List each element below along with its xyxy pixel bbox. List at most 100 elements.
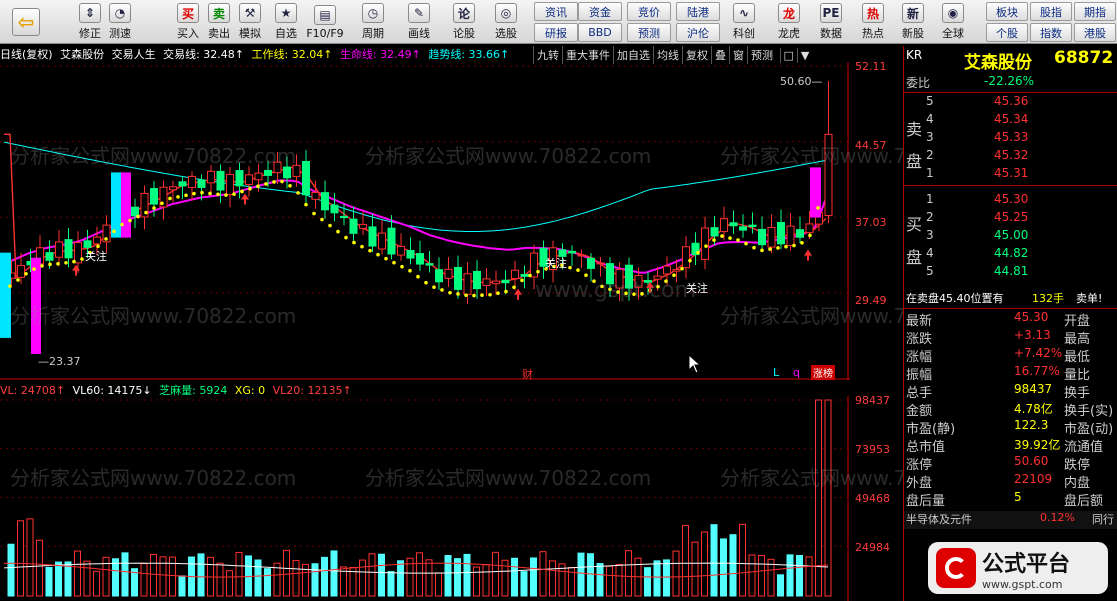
candle-down (473, 270, 481, 290)
weibi-value: -22.26% (984, 74, 1035, 88)
candle-down (739, 226, 747, 231)
stat-right-label: 量比 (1064, 368, 1091, 383)
toolbar-button-speed-gauge[interactable]: ◔ 测速 (104, 0, 136, 43)
candle-up (245, 174, 253, 185)
work-line-dot (680, 266, 684, 271)
limit-up-marker[interactable]: 涨榜 (811, 365, 835, 380)
toolbar-button-globe[interactable]: ◉ 全球 (937, 0, 969, 43)
toolbar-button-dragon-tiger[interactable]: 龙龙虎 (773, 0, 805, 43)
volume-bar (140, 563, 148, 597)
new-stock-icon: 新 (902, 3, 924, 23)
toolbar-button-select-stock[interactable]: ◎ 选股 (490, 0, 522, 43)
quick-button-1[interactable]: 资金 (578, 2, 622, 21)
quick-button-4[interactable]: 研报 (534, 23, 578, 42)
toolbar-button-hot[interactable]: 热热点 (857, 0, 889, 43)
work-line-dot (768, 247, 772, 251)
toolbar-button-sell[interactable]: 卖卖出 (203, 0, 235, 43)
buy-signal-arrow-icon (646, 281, 654, 293)
quick-button-2[interactable]: 竞价 (627, 2, 671, 21)
work-line-dot (608, 287, 612, 292)
stat-row-3: 振幅 16.77% 量比 (904, 364, 1117, 383)
work-line-dot (320, 217, 324, 222)
volume-bar (482, 564, 490, 597)
volume-bar (292, 559, 300, 597)
toolbar-button-pe-data[interactable]: PE 数据 (815, 0, 847, 43)
stat-value: 50.60 (1014, 454, 1049, 468)
sell-price: 45.34 (994, 112, 1029, 126)
work-line-dot (304, 202, 308, 207)
market-button-5[interactable]: 港股 (1074, 23, 1116, 42)
stock-code: 68872 (1054, 48, 1114, 68)
pending-text: 在卖盘45.40位置有 (906, 292, 1004, 305)
candle-down (216, 170, 225, 191)
volume-bar (425, 559, 433, 597)
work-line-dot (328, 223, 332, 228)
toolbar-button-draw-line[interactable]: ✎ 画线 (403, 0, 435, 43)
candle-down (729, 222, 738, 227)
quick-button-3[interactable]: 陆港 (676, 2, 720, 21)
volume-bar (653, 560, 661, 597)
work-line-dot (200, 190, 204, 195)
toolbar-button-buy[interactable]: 买买入 (172, 0, 204, 43)
work-line-dot (696, 250, 700, 255)
toolbar-button-f10[interactable]: ▤ F10/F9 (306, 0, 344, 43)
stat-row-6: 市盈(静) 122.3 市盈(动) (904, 418, 1117, 437)
toolbar-button-discuss[interactable]: 论论股 (448, 0, 480, 43)
candle-up (805, 223, 814, 234)
work-line-dot (40, 264, 44, 268)
q-marker[interactable]: q (793, 366, 800, 379)
pin-icon[interactable]: ▼ (796, 48, 812, 63)
candle-up (188, 175, 196, 188)
work-line-dot (48, 262, 52, 267)
volume-bar (83, 560, 91, 597)
stat-row-5: 金额 4.78亿 换手(实) (904, 400, 1117, 419)
volume-bar (520, 571, 528, 597)
stat-label: 金额 (906, 404, 933, 419)
buy-level: 5 (926, 264, 934, 278)
candle-down (644, 279, 652, 283)
work-line-dot (232, 192, 236, 196)
toolbar-button-new-stock[interactable]: 新新股 (897, 0, 929, 43)
trade-line-value: 交易线: 32.48↑ (163, 48, 245, 61)
candle-up (634, 275, 643, 288)
market-button-2[interactable]: 期指 (1074, 2, 1116, 21)
market-button-3[interactable]: 个股 (986, 23, 1028, 42)
market-button-0[interactable]: 板块 (986, 2, 1028, 21)
period-label[interactable]: 日线(复权) (0, 46, 53, 62)
toolbar-button-back-arrow[interactable]: ⇦ (8, 0, 44, 43)
work-line-dot (784, 244, 788, 249)
toolbar-label: 龙虎 (778, 27, 800, 40)
l-marker[interactable]: L (773, 366, 779, 379)
volume-bar (473, 566, 480, 597)
back-arrow-icon: ⇦ (12, 8, 40, 36)
quick-button-6[interactable]: 预测 (627, 23, 671, 42)
kline-chart[interactable] (0, 62, 850, 382)
candle-down (235, 170, 244, 187)
work-line-dot (224, 193, 228, 197)
market-button-4[interactable]: 指数 (1030, 23, 1072, 42)
toolbar-button-clock[interactable]: ◷ 周期 (357, 0, 389, 43)
market-button-1[interactable]: 股指 (1030, 2, 1072, 21)
candle-up (254, 172, 263, 181)
toolbar-button-star[interactable]: ★ 自选 (270, 0, 302, 43)
volume-bar (748, 554, 756, 597)
star-icon: ★ (275, 3, 297, 23)
quick-button-5[interactable]: BBD (578, 23, 622, 42)
volume-bar (444, 555, 452, 597)
quick-button-0[interactable]: 资讯 (534, 2, 578, 21)
toolbar-button-up-down-arrows[interactable]: ⇕ 修正 (74, 0, 106, 43)
candle-down (568, 250, 576, 254)
buy-level-2: 2 45.25 (904, 210, 1117, 228)
volume-bar (216, 562, 224, 597)
stat-value: +3.13 (1014, 328, 1051, 342)
volume-bar (463, 553, 471, 597)
volume-bar (359, 559, 366, 597)
dragon-tiger-icon: 龙 (778, 3, 800, 23)
toolbar-label: 论股 (453, 27, 475, 40)
toolbar-button-gavel[interactable]: ⚒ 模拟 (234, 0, 266, 43)
quick-button-7[interactable]: 沪伦 (676, 23, 720, 42)
finance-marker[interactable]: 财 (522, 366, 533, 382)
lock-icon[interactable]: □ (779, 48, 797, 63)
volume-chart[interactable] (0, 396, 850, 601)
toolbar-button-sci-tech[interactable]: ∿ 科创 (728, 0, 760, 43)
